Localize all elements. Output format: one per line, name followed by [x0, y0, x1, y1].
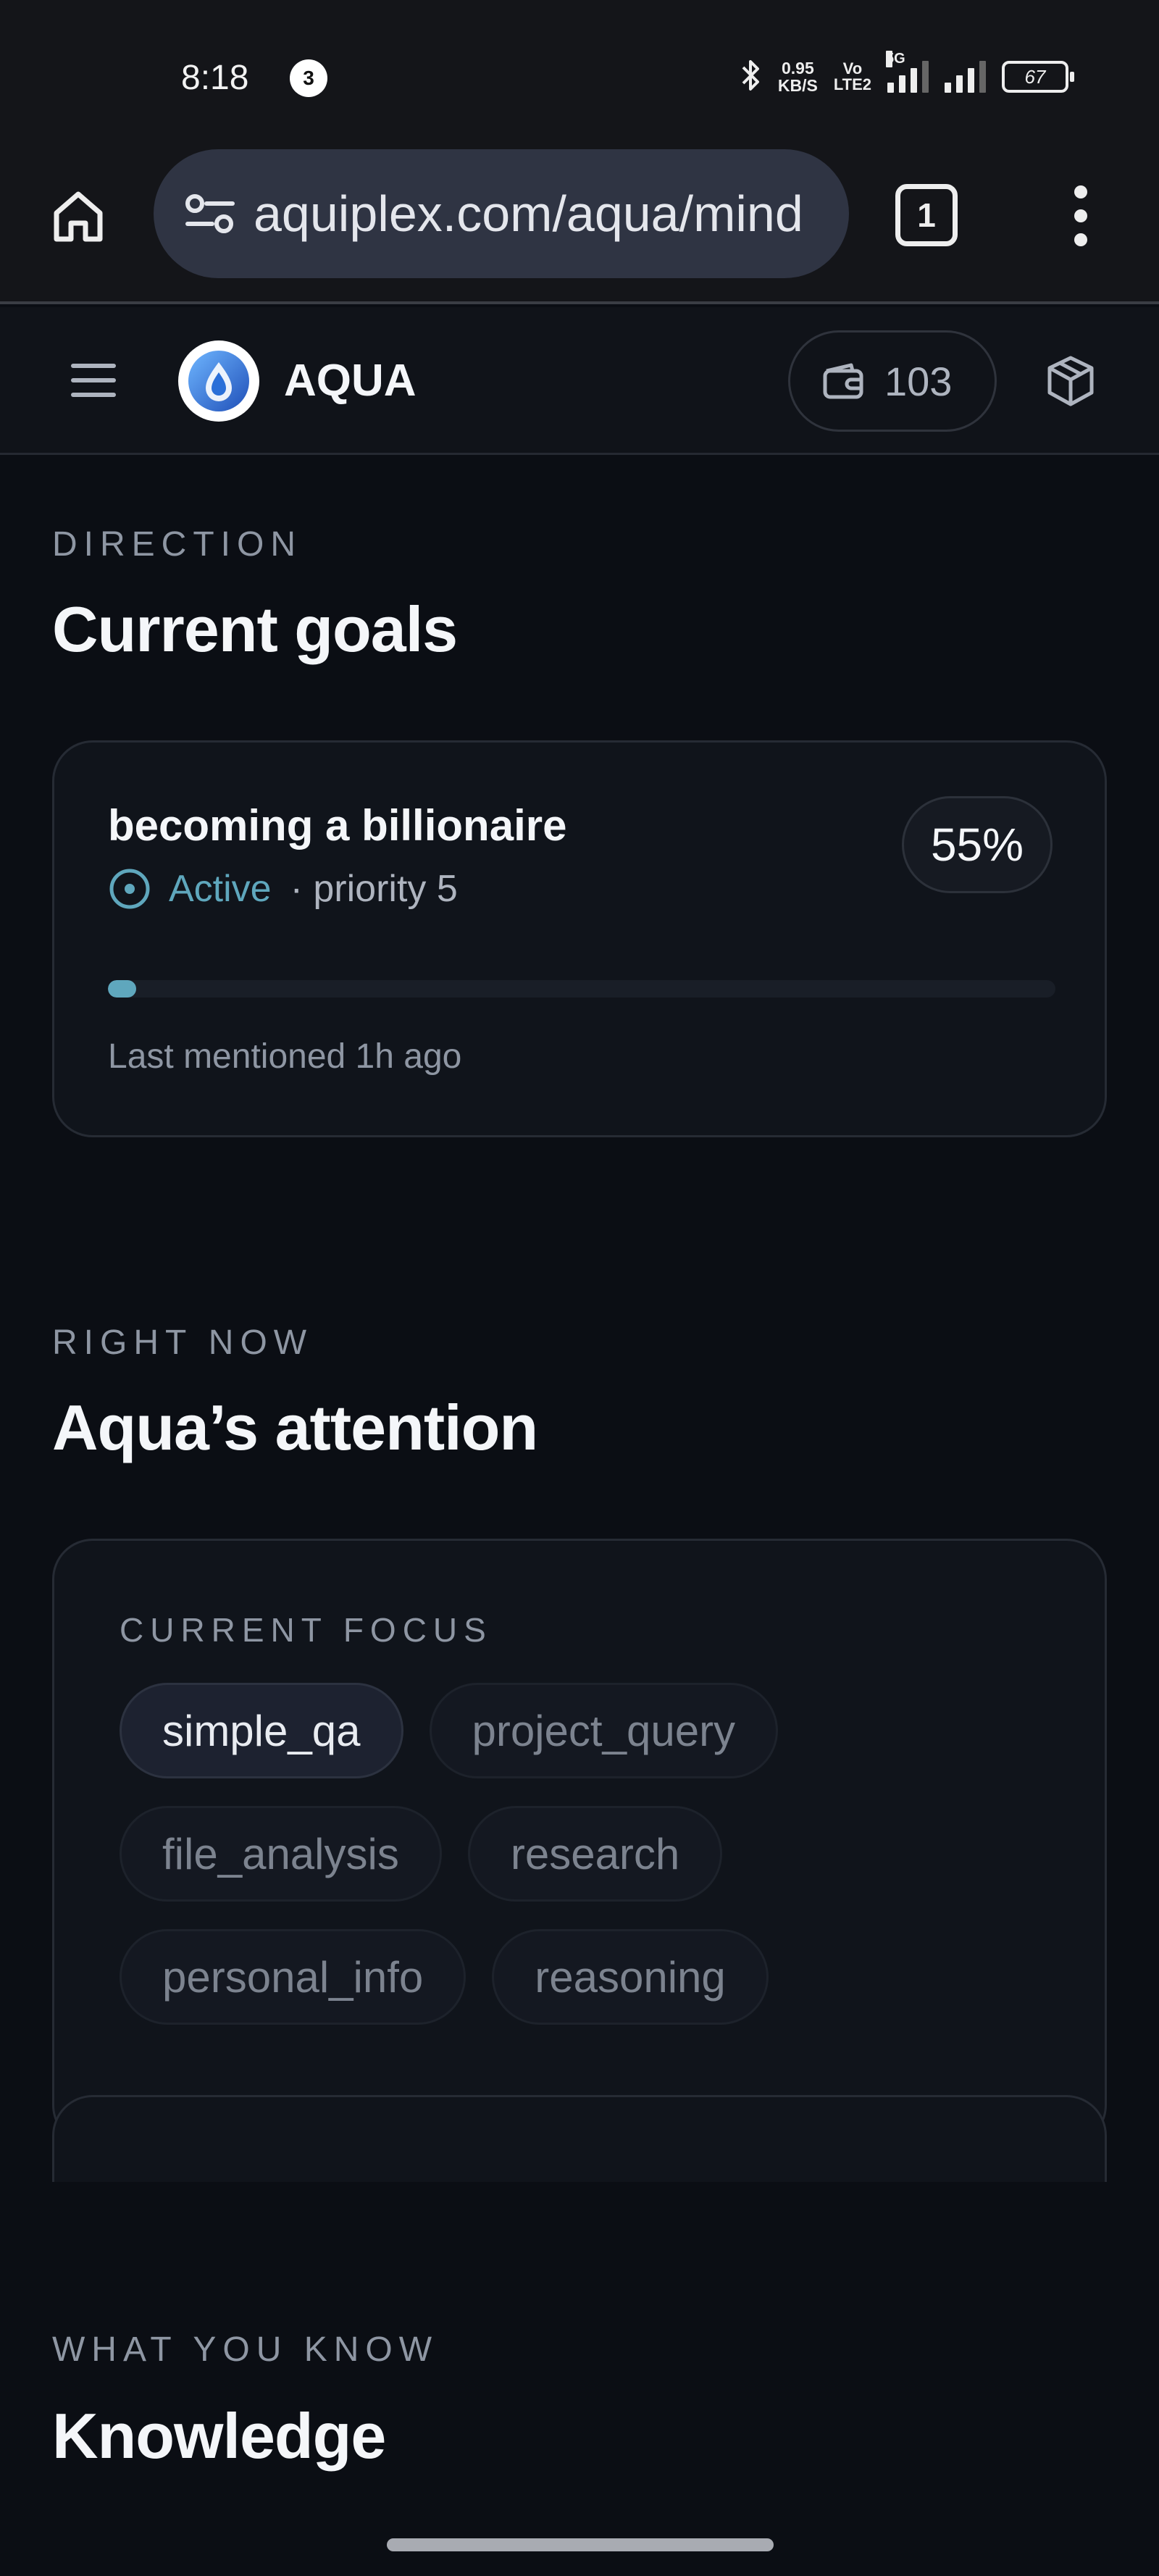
goal-card[interactable]: becoming a billionaire Active · priority…	[52, 740, 1107, 1137]
goal-progress-bar	[108, 980, 1055, 998]
home-icon	[54, 191, 103, 242]
water-drop-logo-icon	[188, 351, 249, 411]
tune-icon	[185, 194, 235, 233]
more-dot	[1074, 185, 1087, 198]
browser-toolbar: aquiplex.com/aqua/mind 1	[0, 145, 1159, 304]
focus-chip-personal-info[interactable]: personal_info	[120, 1929, 466, 2025]
current-focus-label: CURRENT FOCUS	[120, 1611, 493, 1649]
network-speed-value: 0.95	[781, 59, 814, 78]
attention-card: CURRENT FOCUS simple_qa project_query fi…	[52, 1539, 1107, 2146]
goal-priority: · priority 5	[290, 868, 458, 910]
volte-bottom: LTE2	[833, 75, 871, 93]
app-header: AQUA 103	[0, 307, 1159, 455]
status-time: 8:18	[181, 59, 249, 97]
goals-title: Current goals	[52, 593, 458, 665]
cube-icon	[1047, 356, 1094, 406]
site-settings-button[interactable]	[181, 185, 239, 243]
url-text[interactable]: aquiplex.com/aqua/mind	[254, 185, 826, 243]
knowledge-title: Knowledge	[52, 2400, 386, 2472]
network-type: 5G	[886, 51, 905, 67]
focus-chip-file-analysis[interactable]: file_analysis	[120, 1806, 442, 1902]
attention-title: Aqua’s attention	[52, 1392, 538, 1463]
bluetooth-icon	[740, 57, 762, 97]
browser-menu-button[interactable]	[1055, 180, 1107, 252]
network-speed: 0.95 KB/S	[778, 59, 818, 94]
tab-switcher-button[interactable]: 1	[895, 184, 958, 246]
wallet-icon	[823, 363, 863, 399]
goal-percent-badge: 55%	[902, 796, 1053, 893]
gesture-home-indicator[interactable]	[387, 2538, 774, 2551]
status-indicators: 0.95 KB/S Vo LTE2 5G 67	[740, 51, 1074, 97]
goal-status: Active	[169, 868, 272, 910]
signal-strength-icon: 5G	[886, 51, 929, 93]
knowledge-card	[52, 2095, 1107, 2182]
address-bar[interactable]: aquiplex.com/aqua/mind	[154, 149, 849, 278]
focus-chip-simple-qa[interactable]: simple_qa	[120, 1683, 403, 1778]
brand-name: AQUA	[284, 356, 417, 406]
more-dot	[1074, 209, 1087, 222]
credits-balance-button[interactable]: 103	[788, 330, 997, 432]
notification-count-badge: 3	[290, 59, 327, 97]
focus-chips: simple_qa project_query file_analysis re…	[120, 1683, 989, 2025]
system-status-bar: 8:18 3 0.95 KB/S Vo LTE2 5G 67	[0, 0, 1159, 145]
browser-home-button[interactable]	[43, 181, 113, 251]
goal-title: becoming a billionaire	[108, 801, 567, 850]
goal-meta: Active · priority 5	[108, 867, 458, 911]
network-speed-unit: KB/S	[777, 76, 818, 95]
goal-progress-fill	[108, 980, 137, 998]
aqua-logo[interactable]	[178, 340, 259, 422]
more-dot	[1074, 233, 1087, 246]
volte-top: Vo	[842, 59, 863, 78]
focus-chip-project-query[interactable]: project_query	[429, 1683, 779, 1778]
knowledge-eyebrow: WHAT YOU KNOW	[52, 2330, 439, 2369]
target-icon	[109, 869, 150, 909]
attention-eyebrow: RIGHT NOW	[52, 1323, 314, 1362]
battery-icon: 67	[1002, 61, 1074, 93]
volte-indicator: Vo LTE2	[834, 61, 871, 93]
cube-button[interactable]	[1042, 352, 1100, 410]
focus-chip-research[interactable]: research	[467, 1806, 723, 1902]
signal-strength-icon-2	[945, 61, 986, 93]
goal-last-mentioned: Last mentioned 1h ago	[108, 1037, 462, 1076]
hamburger-menu-icon[interactable]	[71, 355, 122, 406]
credits-count: 103	[884, 358, 953, 404]
goals-eyebrow: DIRECTION	[52, 525, 302, 564]
focus-chip-reasoning[interactable]: reasoning	[492, 1929, 769, 2025]
